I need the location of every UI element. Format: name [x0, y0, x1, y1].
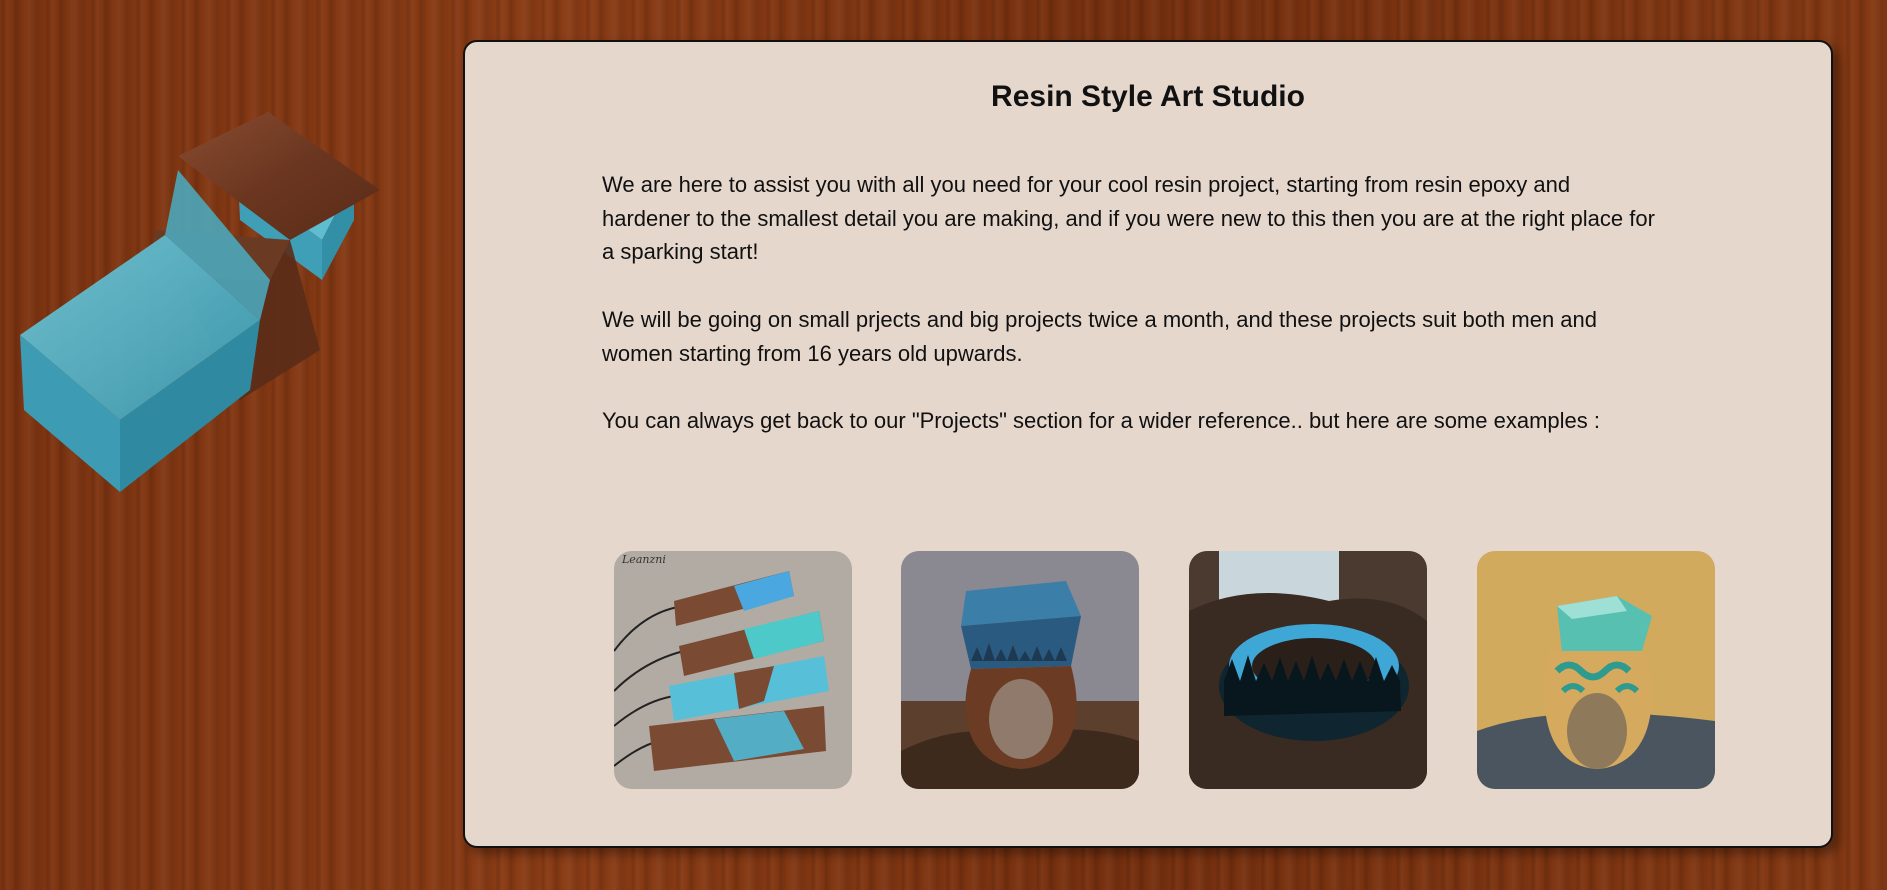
- projects-reference-paragraph: You can always get back to our "Projects…: [602, 408, 1600, 433]
- intro-panel: Resin Style Art Studio We are here to as…: [463, 40, 1833, 848]
- gallery-item[interactable]: [901, 551, 1139, 789]
- wave-ring-image: [1477, 551, 1715, 789]
- watermark-text: Leanzni: [621, 553, 666, 566]
- gallery-item[interactable]: [1189, 551, 1427, 789]
- landscape-ring-image: [901, 551, 1139, 789]
- schedule-paragraph: We will be going on small prjects and bi…: [602, 307, 1598, 366]
- forest-band-ring-image: [1189, 551, 1427, 789]
- example-gallery: Leanzni: [614, 551, 1715, 789]
- resin-wood-block-image: [20, 112, 380, 492]
- page-title: Resin Style Art Studio: [991, 80, 1305, 113]
- intro-paragraph: We are here to assist you with all you n…: [602, 172, 1655, 264]
- gallery-item[interactable]: Leanzni: [614, 551, 852, 789]
- gallery-item[interactable]: [1477, 551, 1715, 789]
- resin-pendants-image: Leanzni: [614, 551, 852, 789]
